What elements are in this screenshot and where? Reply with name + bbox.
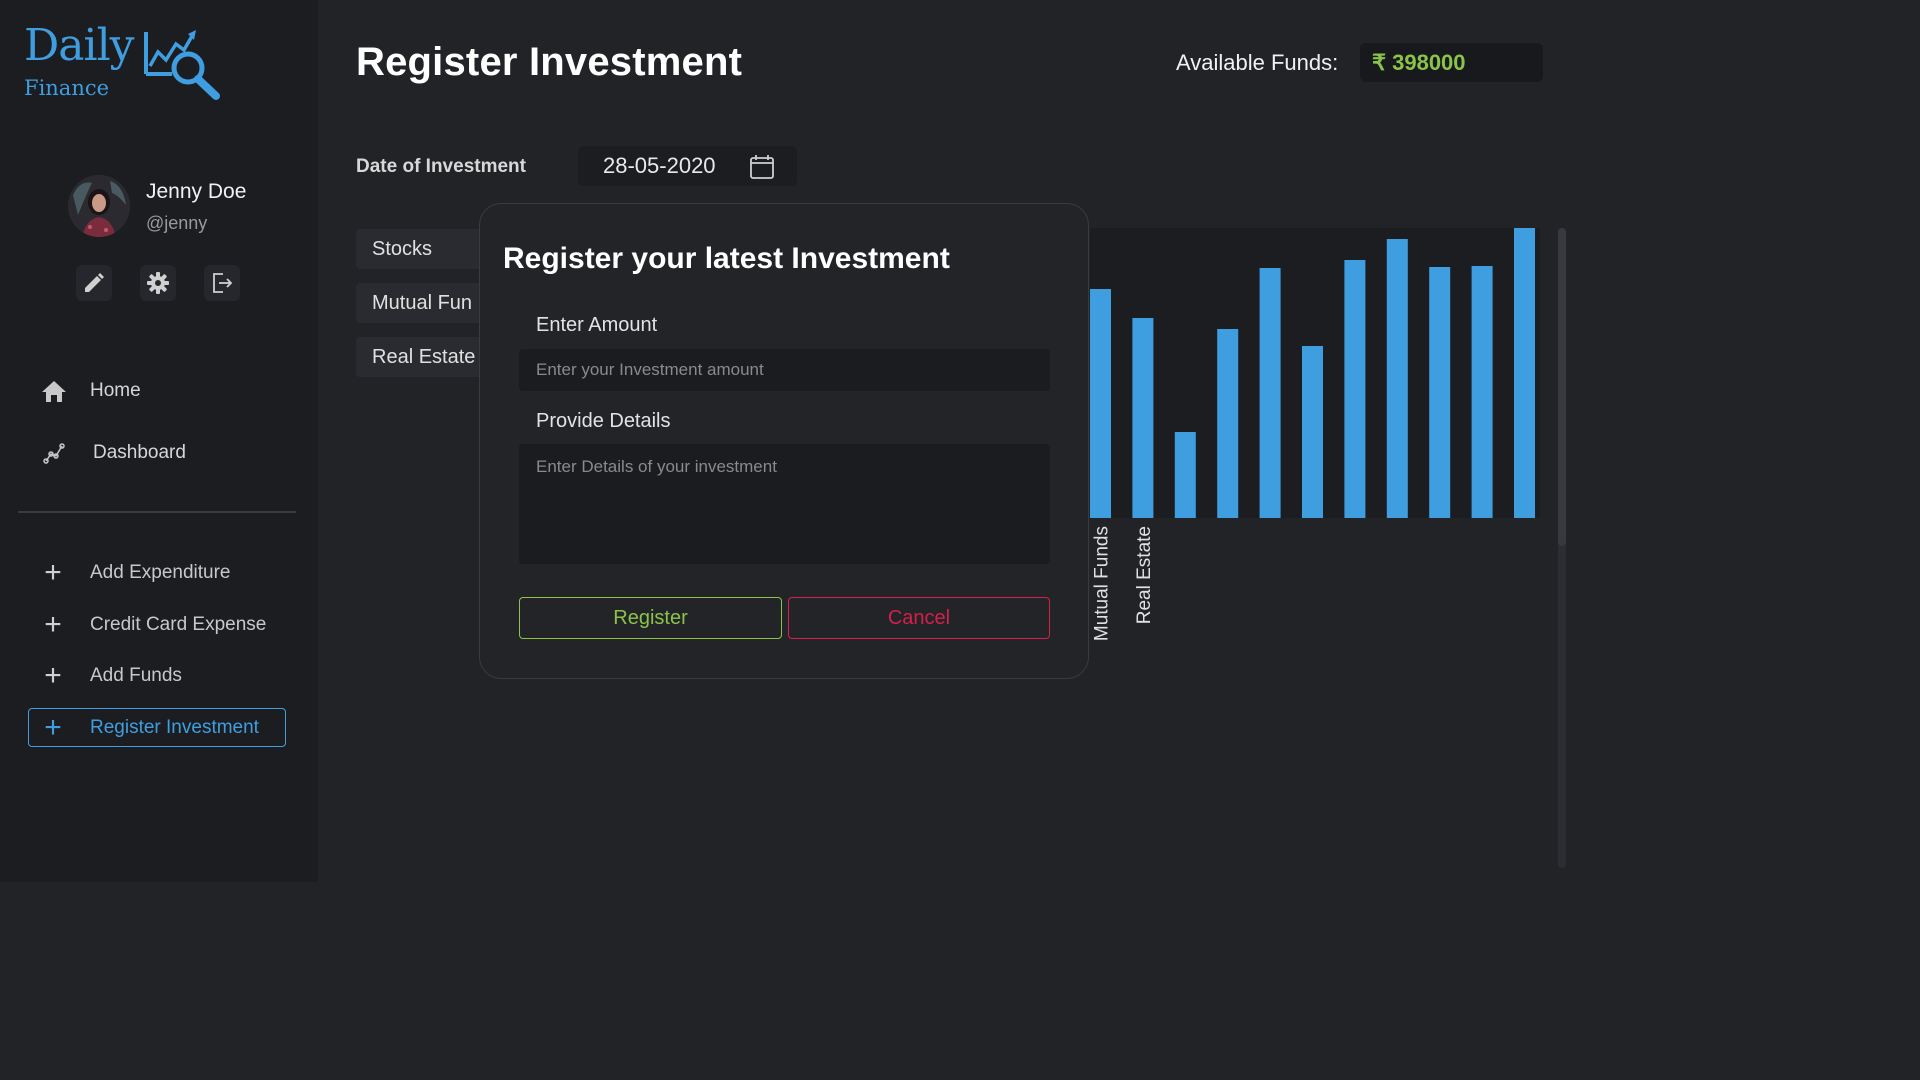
logo-title: Daily <box>24 20 135 71</box>
pencil-icon <box>85 273 104 292</box>
category-item[interactable]: Real Estate <box>356 337 496 377</box>
register-button[interactable]: Register <box>519 597 782 639</box>
chart-bar[interactable] <box>1302 346 1323 518</box>
gear-icon <box>147 272 169 294</box>
add-expenditure-label: Add Expenditure <box>90 562 231 583</box>
plus-icon: + <box>44 710 62 744</box>
avatar[interactable] <box>68 175 130 237</box>
profile-actions <box>76 265 240 301</box>
sidebar: Daily Finance Jenny Doe @jenny Home Dash… <box>0 0 318 882</box>
user-name: Jenny Doe <box>146 180 247 203</box>
edit-profile-button[interactable] <box>76 265 112 301</box>
chart-bar[interactable] <box>1344 260 1366 518</box>
nav-home-label: Home <box>90 380 141 401</box>
details-input[interactable] <box>519 444 1050 564</box>
logout-icon <box>213 273 233 293</box>
chart-bar[interactable] <box>1090 289 1111 518</box>
nav-dashboard[interactable]: Dashboard <box>40 439 186 467</box>
date-picker[interactable]: 28-05-2020 <box>578 146 797 186</box>
plus-icon: + <box>44 608 62 641</box>
modal-title: Register your latest Investment <box>503 242 950 275</box>
settings-button[interactable] <box>140 265 176 301</box>
category-item[interactable]: Mutual Fun <box>356 283 496 323</box>
chart-tick-label: Mutual Funds <box>1092 526 1113 641</box>
credit-card-expense-label: Credit Card Expense <box>90 614 267 635</box>
category-item[interactable]: Stocks <box>356 229 496 269</box>
plus-icon: + <box>44 556 62 589</box>
chart-bar[interactable] <box>1132 318 1154 518</box>
chart-bar[interactable] <box>1217 329 1239 518</box>
calendar-icon[interactable] <box>749 154 775 180</box>
register-investment-label: Register Investment <box>90 716 259 738</box>
sidebar-divider <box>18 511 296 513</box>
chart-bar[interactable] <box>1471 266 1493 518</box>
amount-input[interactable] <box>519 349 1050 391</box>
chart-bar[interactable] <box>1386 239 1408 518</box>
scatter-chart-icon <box>40 439 68 467</box>
available-funds-value: ₹ 398000 <box>1360 43 1543 82</box>
avatar-image <box>68 175 130 237</box>
scrollbar-thumb[interactable] <box>1558 228 1566 546</box>
chart-magnifier-icon <box>144 30 220 100</box>
add-expenditure-button[interactable]: + Add Expenditure <box>40 556 231 589</box>
chart-tick-label: Real Estate <box>1134 526 1155 624</box>
register-investment-button[interactable]: + Register Investment <box>28 708 286 747</box>
chart-bar[interactable] <box>1174 432 1196 518</box>
add-funds-label: Add Funds <box>90 665 182 686</box>
date-value: 28-05-2020 <box>603 153 716 178</box>
investment-bar-chart: Mutual Funds Real Estate <box>1090 228 1535 641</box>
home-icon <box>40 377 68 405</box>
plus-icon: + <box>44 659 62 692</box>
chart-bar[interactable] <box>1514 228 1535 518</box>
page-title: Register Investment <box>356 40 743 84</box>
date-of-investment-label: Date of Investment <box>356 156 526 177</box>
chart-bar[interactable] <box>1259 268 1281 518</box>
available-funds-label: Available Funds: <box>1176 50 1339 75</box>
add-funds-button[interactable]: + Add Funds <box>40 661 182 691</box>
amount-label: Enter Amount <box>536 314 658 336</box>
chart-bar[interactable] <box>1429 267 1451 518</box>
nav-home[interactable]: Home <box>40 377 141 405</box>
user-handle: @jenny <box>146 213 208 233</box>
cancel-button[interactable]: Cancel <box>788 597 1050 639</box>
details-label: Provide Details <box>536 410 671 432</box>
credit-card-expense-button[interactable]: + Credit Card Expense <box>40 610 266 640</box>
logout-button[interactable] <box>204 265 240 301</box>
nav-dashboard-label: Dashboard <box>93 442 186 463</box>
logo-subtitle: Finance <box>24 76 110 100</box>
register-investment-modal: Register your latest Investment Enter Am… <box>479 203 1089 679</box>
app-logo[interactable]: Daily Finance <box>24 20 234 105</box>
